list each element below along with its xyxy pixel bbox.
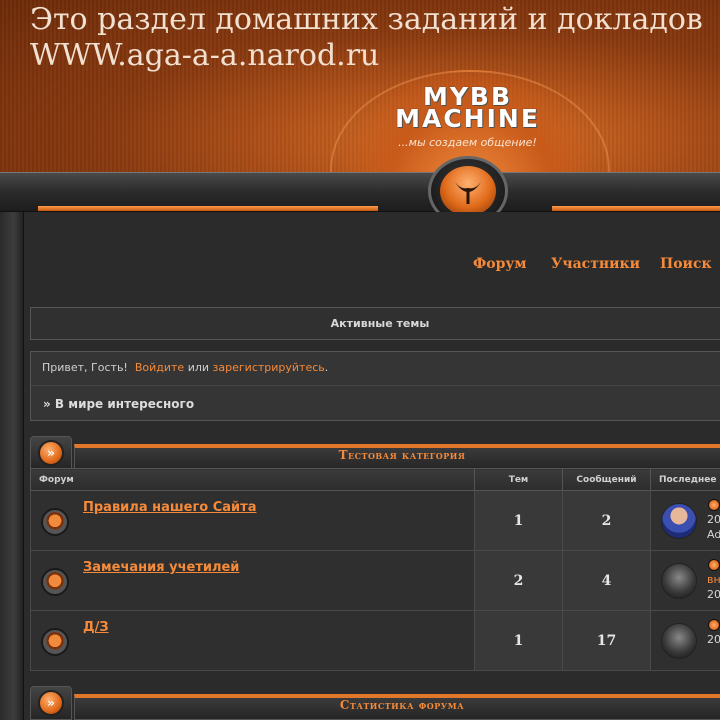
orange-accent-line-left [38,206,378,211]
emblem-core [440,166,496,216]
category-collapse-toggle[interactable]: » [30,436,72,470]
nav-members-link[interactable]: Участники [551,256,640,272]
mybb-machine-logo[interactable]: MYBB MACHINE ...мы создаем общение! [345,84,590,149]
forum-status-icon [41,568,69,596]
last-post-cell: вн 20 [650,550,720,611]
posts-count: 17 [562,610,651,671]
site-title: Это раздел домашних заданий и докладов W… [30,2,720,74]
stats-header: » Статистика форума [30,686,720,720]
double-chevron-icon: » [38,440,64,466]
posts-count: 4 [562,550,651,611]
posts-count: 2 [562,490,651,551]
breadcrumb[interactable]: » В мире интересного [43,397,194,411]
stats-title: Статистика форума [339,698,465,712]
forum-link[interactable]: Замечания учетилей [83,560,239,575]
last-post-cell: 20 [650,610,720,671]
table-row: Д/З 1 17 20 [30,610,720,671]
last-post-date: 20 [707,588,720,601]
category-title[interactable]: Тестовая категория [74,448,720,462]
last-post-cell: 20 Ad [650,490,720,551]
col-topics: Тем [474,468,563,491]
forum-cell: Замечания учетилей [30,550,475,611]
forum-cell: Правила нашего Сайта [30,490,475,551]
stats-collapse-toggle[interactable]: » [30,686,72,720]
forum-status-icon [41,628,69,656]
forum-cell: Д/З [30,610,475,671]
go-to-post-icon[interactable] [708,499,720,511]
category-header: » Тестовая категория [30,436,720,470]
go-to-post-icon[interactable] [708,559,720,571]
site-title-line2: WWW.aga-a-a.narod.ru [30,38,380,73]
col-last-post: Последнее сообщение [650,468,720,491]
greeting-dot: . [324,361,329,374]
forum-header-banner: Это раздел домашних заданий и докладов W… [0,0,720,172]
emblem-glyph-icon [455,182,481,204]
forum-table: Форум Тем Сообщений Последнее сообщение … [30,468,720,671]
go-to-post-icon[interactable] [708,619,720,631]
forum-link[interactable]: Д/З [83,620,109,635]
nav-forum-link[interactable]: Форум [473,256,527,272]
logo-tagline: ...мы создаем общение! [398,136,537,149]
guest-greeting: Привет, Гость! Войдите или зарегистрируй… [42,361,328,374]
register-link[interactable]: зарегистрируйтесь [213,361,325,374]
orange-accent-line-right [552,206,720,211]
col-posts: Сообщений [562,468,651,491]
nav-search-link[interactable]: Поиск [660,256,712,272]
forum-table-header: Форум Тем Сообщений Последнее сообщение [30,468,720,491]
login-link[interactable]: Войдите [135,361,184,374]
double-chevron-icon: » [38,690,64,716]
col-forum: Форум [30,468,475,491]
last-post-date: 20 [707,633,720,646]
greeting-text: Привет, Гость! [42,361,128,374]
last-post-date: 20 [707,513,720,526]
welcome-panel: Привет, Гость! Войдите или зарегистрируй… [30,351,720,421]
welcome-divider [31,385,720,386]
user-avatar[interactable] [661,503,697,539]
last-post-author[interactable]: вн [707,573,720,586]
forum-link[interactable]: Правила нашего Сайта [83,500,256,515]
user-avatar[interactable] [661,563,697,599]
table-row: Замечания учетилей 2 4 вн 20 [30,550,720,611]
forum-status-icon [41,508,69,536]
or-text: или [187,361,210,374]
table-row: Правила нашего Сайта 1 2 20 Ad [30,490,720,551]
left-side-rail [0,212,24,720]
topics-count: 2 [474,550,563,611]
topics-count: 1 [474,610,563,671]
site-title-line1: Это раздел домашних заданий и докладов [30,2,703,37]
main-navigation: Форум Участники Поиск [0,256,720,276]
active-topics-link[interactable]: Активные темы [30,307,720,340]
logo-line2: MACHINE [395,104,540,133]
user-avatar[interactable] [661,623,697,659]
topics-count: 1 [474,490,563,551]
last-post-author: Ad [707,528,720,541]
